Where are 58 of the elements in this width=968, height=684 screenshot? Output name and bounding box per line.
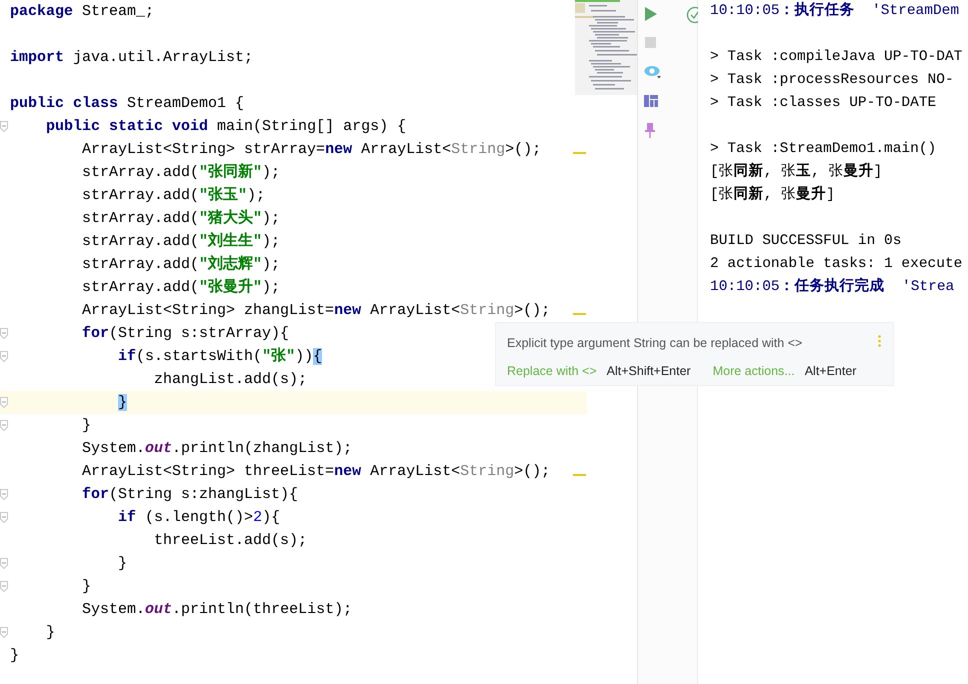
console-line: > Task :compileJava UP-TO-DAT [710,48,964,67]
more-options-icon[interactable] [878,335,881,347]
fold-icon[interactable] [0,581,8,592]
code-line: strArray.add("刘生生"); [81,231,280,252]
minimap-drawing[interactable] [575,0,637,95]
code-line: ArrayList<String> threeList=new ArrayList<String>(); [81,462,550,482]
fold-icon[interactable] [0,328,8,339]
code-line: for(String s:zhangList){ [81,485,298,505]
eye-icon[interactable] [644,64,662,80]
code-line: } [10,646,20,666]
code-line: strArray.add("猪大头"); [81,208,280,229]
fold-icon[interactable] [0,351,8,362]
console-line: [张同新, 张玉, 张曼升] [710,162,884,182]
code-line: if (s.length()>2){ [117,508,280,528]
run-icon[interactable] [644,6,658,22]
console-line: 2 actionable tasks: 1 execute [710,255,964,274]
action-link[interactable]: Replace with <> [507,364,597,378]
fold-icon[interactable] [0,512,8,523]
code-line: import java.util.ArrayList; [10,48,254,68]
code-line: } [81,416,92,436]
code-line: zhangList.add(s); [153,370,308,390]
code-line: threeList.add(s); [153,531,308,551]
console-line: > Task :processResources NO- [710,71,955,90]
console-line: BUILD SUCCESSFUL in 0s [710,232,902,251]
fold-icon[interactable] [0,489,8,500]
stop-icon[interactable] [644,36,658,50]
code-line: strArray.add("刘志辉"); [81,254,280,275]
pin-icon[interactable] [644,122,656,138]
code-line: strArray.add("张玉"); [81,185,266,206]
console-line: 10:10:05：执行任务 'StreamDem [710,0,960,21]
code-line: } [81,577,92,597]
fold-icon[interactable] [0,627,8,638]
shortcut-label: Alt+Enter [804,364,856,378]
code-line: for(String s:strArray){ [81,324,290,344]
layout-icon[interactable] [644,94,658,108]
code-line: } [117,554,128,574]
shortcut-label: Alt+Shift+Enter [606,364,691,378]
console-line: > Task :StreamDemo1.main() [710,140,938,159]
code-line: strArray.add("张同新"); [81,162,280,183]
fold-icon[interactable] [0,121,8,132]
console-line: 10:10:05：任务执行完成 'Strea [710,276,956,297]
code-line: ArrayList<String> zhangList=new ArrayList<String>(); [81,301,550,321]
console-line: > Task :classes UP-TO-DATE [710,94,938,113]
code-line: ArrayList<String> strArray=new ArrayList<String>(); [81,140,542,160]
code-line: } [45,623,56,643]
code-line: package Stream_; [10,2,154,22]
code-line: strArray.add("张曼升"); [81,277,280,298]
code-line: System.out.println(zhangList); [81,439,352,459]
fold-icon[interactable] [0,558,8,569]
code-line: if(s.startsWith("张")){ [117,346,322,367]
fold-icon[interactable] [0,420,8,431]
code-line: public static void main(String[] args) { [45,117,406,137]
popup-message: Explicit type argument String can be replaced with <> [507,336,802,350]
code-line: System.out.println(threeList); [81,600,352,620]
action-link[interactable]: More actions... [712,364,795,378]
console-line: [张同新, 张曼升] [710,184,836,205]
code-line: public class StreamDemo1 { [10,94,244,114]
fold-icon[interactable] [0,397,8,408]
